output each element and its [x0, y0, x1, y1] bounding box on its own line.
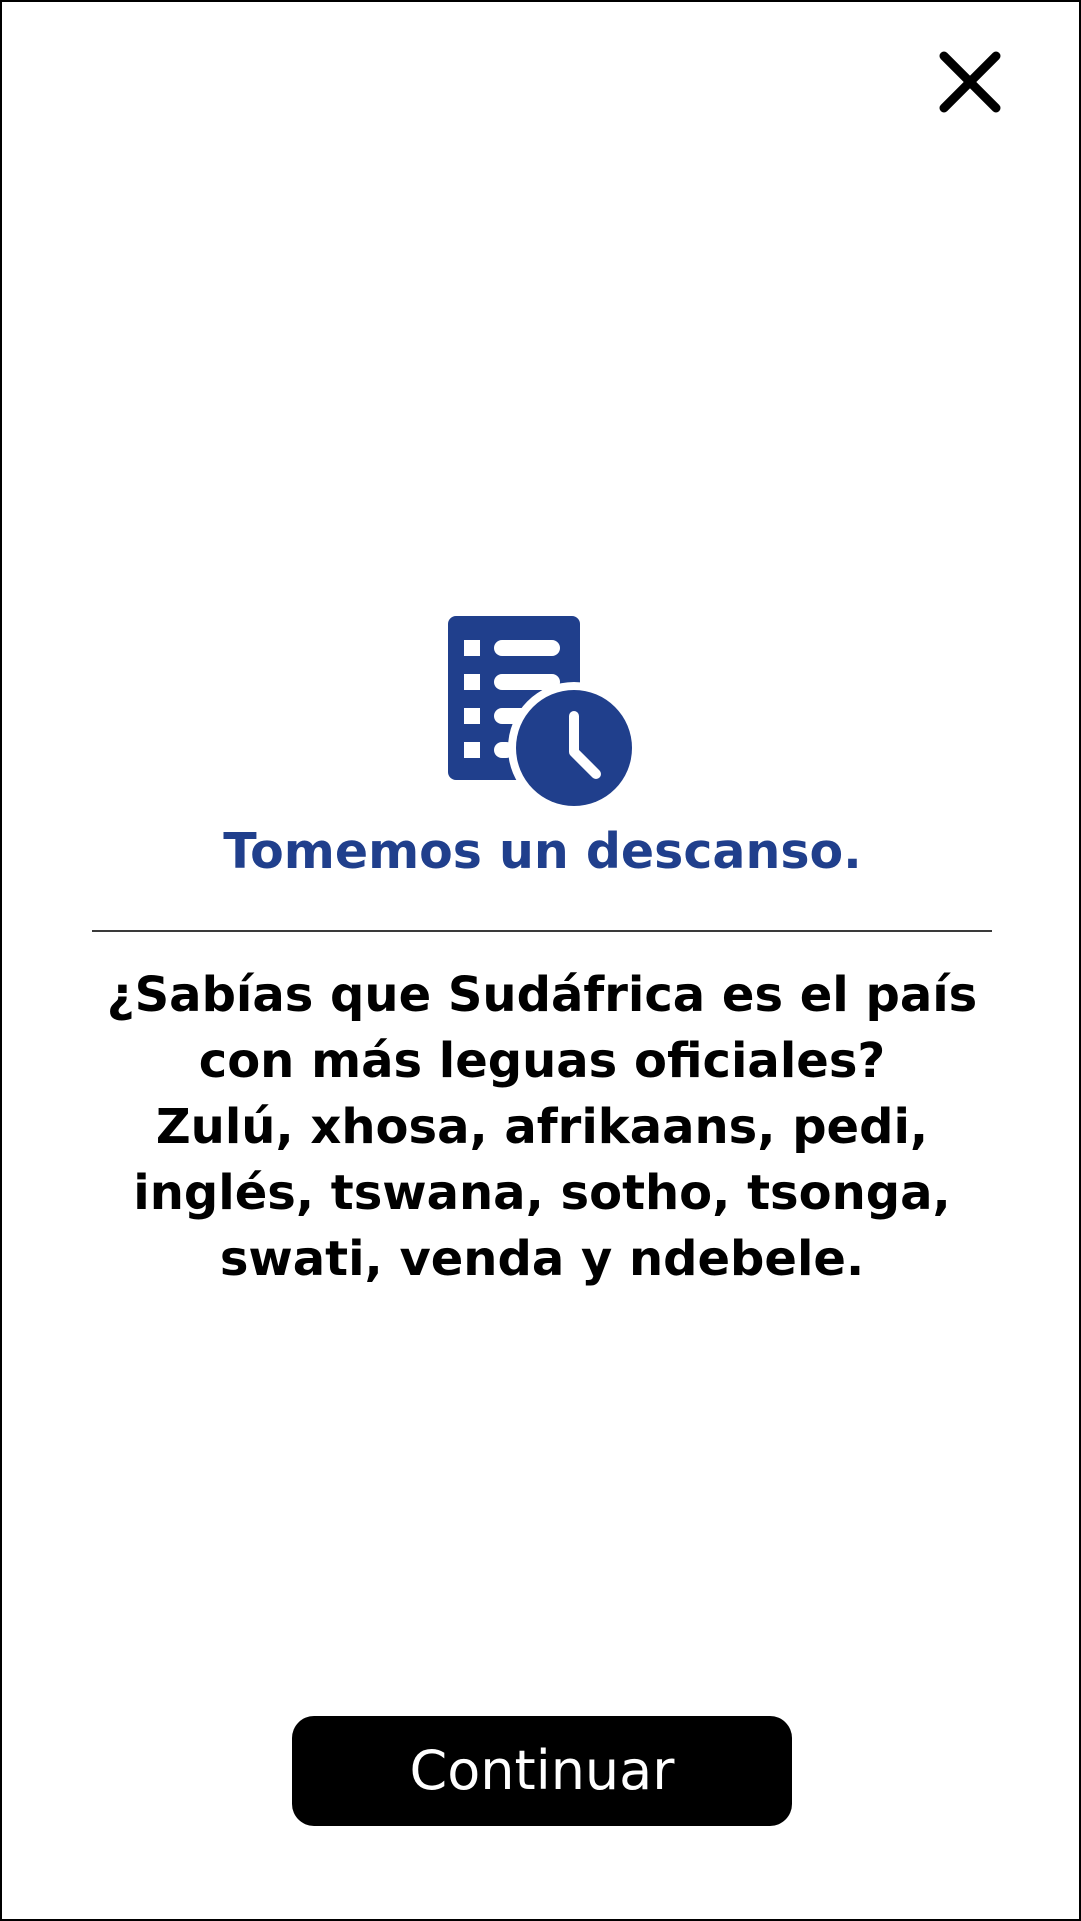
message-line: swati, venda y ndebele.	[219, 1231, 865, 1287]
message-line: Zulú, xhosa, afrikaans, pedi,	[155, 1099, 929, 1155]
close-button[interactable]	[934, 46, 1006, 118]
break-dialog: Tomemos un descanso. ¿Sabías que Sudáfri…	[0, 0, 1081, 1921]
continue-button[interactable]: Continuar	[292, 1716, 792, 1826]
message-line: con más leguas oficiales?	[198, 1033, 886, 1089]
close-icon	[939, 51, 1001, 113]
dialog-title: Tomemos un descanso.	[223, 823, 862, 880]
message-line: inglés, tswana, sotho, tsonga,	[133, 1165, 951, 1221]
schedule-list-clock-icon	[448, 616, 638, 812]
message-line: ¿Sabías que Sudáfrica es el país	[106, 967, 978, 1023]
fun-fact-message: ¿Sabías que Sudáfrica es el país con más…	[92, 962, 992, 1292]
divider	[92, 930, 992, 932]
